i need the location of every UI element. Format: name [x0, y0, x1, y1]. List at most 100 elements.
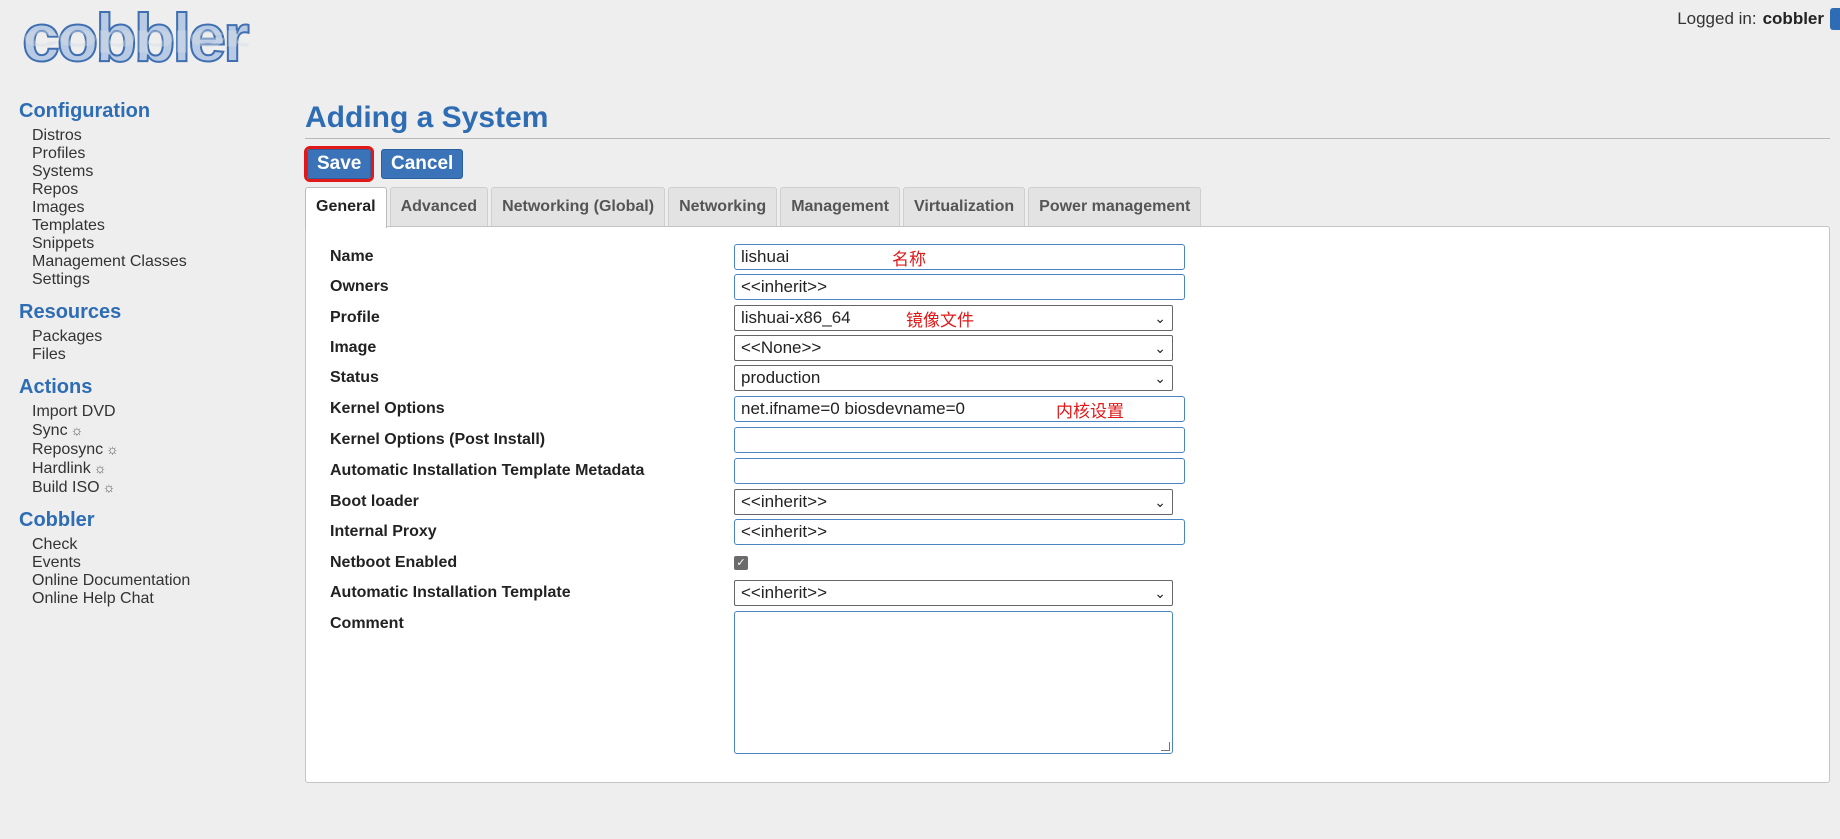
sidebar-item-label: Systems [32, 163, 94, 180]
netboot-label: Netboot Enabled [330, 554, 458, 571]
sidebar-section-list: Distros Profiles Systems Repos Images Templat… [19, 127, 279, 289]
comment-textarea[interactable] [734, 611, 1173, 754]
tab-networking[interactable]: Networking [668, 187, 778, 226]
sidebar-item-label: Profiles [32, 145, 86, 162]
kernel-options-label: Kernel Options [330, 400, 445, 417]
tab-power-management[interactable]: Power management [1028, 187, 1202, 226]
login-user[interactable]: cobbler [1763, 9, 1824, 29]
sidebar-item[interactable]: Import DVD [32, 403, 279, 421]
general-tab-panel: Name lishuai 名称 Owners <<inherit>> Profi… [305, 226, 1830, 783]
sidebar-item[interactable]: Hardlink ☼ [32, 459, 279, 478]
profile-annotation: 镜像文件 [906, 311, 974, 330]
logo-text: cobbler [21, 0, 251, 76]
netboot-checkbox[interactable]: ✓ [734, 556, 748, 570]
name-row: Name lishuai 名称 [330, 244, 1230, 272]
tab-advanced[interactable]: Advanced [389, 187, 489, 226]
status-value: production [741, 368, 821, 387]
netboot-row: Netboot Enabled ✓ [330, 550, 1230, 578]
sidebar-item-label: Sync [32, 422, 68, 439]
kernel-options-annotation: 内核设置 [1056, 402, 1124, 421]
sidebar-section-title: Actions [19, 376, 93, 398]
autoinstall-value: <<inherit>> [741, 583, 828, 602]
sidebar-item[interactable]: Packages [32, 328, 279, 346]
login-label: Logged in: [1677, 9, 1757, 28]
main-content: Adding a System Save Cancel General Advan… [303, 100, 1830, 783]
name-label: Name [330, 248, 374, 265]
owners-input[interactable]: <<inherit>> [734, 274, 1185, 300]
sidebar-item[interactable]: Online Help Chat [32, 590, 279, 608]
sidebar-section-title: Configuration [19, 100, 151, 122]
sidebar-item-label: Images [32, 199, 85, 216]
page-title: Adding a System [305, 100, 1830, 139]
sidebar-item[interactable]: Sync ☼ [32, 421, 279, 440]
tab-management[interactable]: Management [780, 187, 900, 226]
autoinstall-select[interactable]: <<inherit>> ⌄ [734, 580, 1173, 606]
autoinstall-label: Automatic Installation Template [330, 584, 571, 601]
autoinstall-row: Automatic Installation Template <<inheri… [330, 580, 1230, 608]
sidebar-item-label: Management Classes [32, 253, 187, 270]
tab-virtualization[interactable]: Virtualization [902, 187, 1026, 226]
profile-value: lishuai-x86_64 [741, 308, 851, 327]
sidebar-item[interactable]: Images [32, 199, 279, 217]
owners-row: Owners <<inherit>> [330, 274, 1230, 302]
sidebar-item[interactable]: Templates [32, 217, 279, 235]
logout-button-edge[interactable] [1830, 8, 1840, 30]
sidebar-item[interactable]: Distros [32, 127, 279, 145]
tab-networking-global[interactable]: Networking (Global) [491, 187, 666, 226]
spinner-icon: ☼ [70, 422, 84, 438]
comment-row: Comment [330, 611, 1230, 761]
image-select[interactable]: <<None>> ⌄ [734, 335, 1173, 361]
tab-general[interactable]: General [305, 187, 387, 228]
sidebar-section-list: Packages Files [19, 328, 279, 364]
name-annotation: 名称 [892, 250, 926, 269]
sidebar-item-label: Events [32, 554, 81, 571]
boot-loader-row: Boot loader <<inherit>> ⌄ [330, 489, 1230, 517]
boot-loader-select[interactable]: <<inherit>> ⌄ [734, 489, 1173, 515]
login-status: Logged in: cobbler [1677, 8, 1840, 30]
sidebar-item[interactable]: Check [32, 536, 279, 554]
sidebar-item-label: Packages [32, 328, 103, 345]
sidebar-item-label: Build ISO [32, 479, 100, 496]
sidebar-item-label: Import DVD [32, 403, 116, 420]
status-select[interactable]: production ⌄ [734, 365, 1173, 391]
sidebar-item[interactable]: Events [32, 554, 279, 572]
kernel-options-post-label: Kernel Options (Post Install) [330, 431, 546, 448]
sidebar-section-title: Resources [19, 301, 122, 323]
resize-handle-icon[interactable] [1161, 742, 1170, 751]
cancel-button[interactable]: Cancel [381, 149, 464, 179]
logo-reflection: cobbler [22, 23, 247, 58]
name-value: lishuai [741, 247, 790, 266]
sidebar-item[interactable]: Systems [32, 163, 279, 181]
sidebar-item[interactable]: Management Classes [32, 253, 279, 271]
sidebar-item[interactable]: Reposync ☼ [32, 440, 279, 459]
comment-label: Comment [330, 615, 404, 632]
sidebar-item-label: Check [32, 536, 78, 553]
tab-bar: General Advanced Networking (Global) Networ… [305, 187, 1830, 228]
internal-proxy-input[interactable]: <<inherit>> [734, 519, 1185, 545]
owners-value: <<inherit>> [741, 277, 828, 296]
save-button[interactable]: Save [303, 146, 375, 182]
sidebar-item[interactable]: Online Documentation [32, 572, 279, 590]
sidebar-item-label: Repos [32, 181, 79, 198]
name-input[interactable]: lishuai [734, 244, 1185, 270]
sidebar-item[interactable]: Build ISO ☼ [32, 478, 279, 497]
sidebar-item[interactable]: Files [32, 346, 279, 364]
profile-row: Profile lishuai-x86_64 ⌄ 镜像文件 [330, 305, 1230, 333]
kernel-options-post-input[interactable] [734, 427, 1185, 453]
sidebar-item[interactable]: Profiles [32, 145, 279, 163]
chevron-down-icon: ⌄ [1154, 585, 1166, 601]
sidebar-item[interactable]: Snippets [32, 235, 279, 253]
autoinstall-meta-row: Automatic Installation Template Metadata [330, 458, 1230, 486]
sidebar-section-list: Check Events Online Documentation Online He… [19, 536, 279, 608]
sidebar-item[interactable]: Repos [32, 181, 279, 199]
boot-loader-label: Boot loader [330, 493, 419, 510]
autoinstall-meta-label: Automatic Installation Template Metadata [330, 462, 645, 479]
action-bar: Save Cancel [303, 145, 1830, 182]
image-row: Image <<None>> ⌄ [330, 335, 1230, 363]
kernel-options-value: net.ifname=0 biosdevname=0 [741, 399, 965, 418]
sidebar-item-label: Settings [32, 271, 90, 288]
sidebar-section-title: Cobbler [19, 509, 95, 531]
sidebar-item[interactable]: Settings [32, 271, 279, 289]
autoinstall-meta-input[interactable] [734, 458, 1185, 484]
sidebar-item-label: Hardlink [32, 460, 91, 477]
